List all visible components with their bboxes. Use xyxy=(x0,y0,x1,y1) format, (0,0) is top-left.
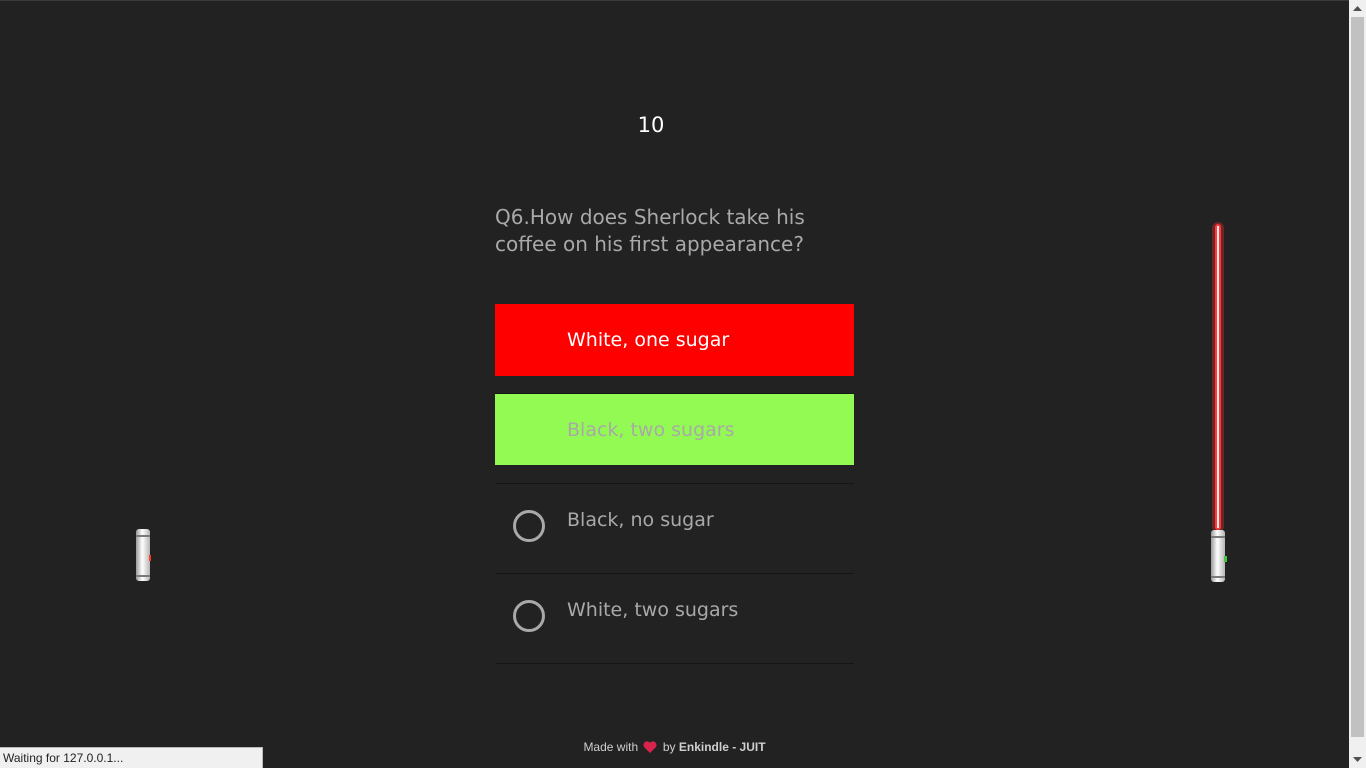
vertical-scrollbar[interactable] xyxy=(1349,0,1366,768)
scroll-down-arrow-icon[interactable] xyxy=(1349,751,1366,768)
option-white-two-sugars[interactable]: White, two sugars xyxy=(495,574,854,664)
scrollbar-thumb[interactable] xyxy=(1351,17,1364,737)
radio-button[interactable] xyxy=(513,510,545,542)
top-divider xyxy=(0,0,1349,1)
heart-icon xyxy=(643,741,658,753)
option-label: Black, no sugar xyxy=(567,509,714,531)
browser-status-bar: Waiting for 127.0.0.1... xyxy=(0,747,263,768)
scroll-up-arrow-icon[interactable] xyxy=(1349,0,1366,17)
quiz-page: 10 Q6.How does Sherlock take his coffee … xyxy=(0,0,1349,768)
lightsaber-left-icon xyxy=(136,529,151,581)
option-label: White, two sugars xyxy=(567,599,739,621)
footer-made-with: Made with xyxy=(583,740,639,754)
option-white-one-sugar[interactable]: White, one sugar xyxy=(495,304,854,394)
answer-options: White, one sugar Black, two sugars Black… xyxy=(495,304,854,664)
countdown-timer: 10 xyxy=(637,113,665,137)
option-label: White, one sugar xyxy=(567,329,730,351)
footer-by: by xyxy=(662,740,676,754)
footer-author: Enkindle - JUIT xyxy=(678,740,766,754)
option-label: Black, two sugars xyxy=(567,419,735,441)
radio-button[interactable] xyxy=(513,600,545,632)
option-black-two-sugars[interactable]: Black, two sugars xyxy=(495,394,854,484)
lightsaber-right-icon xyxy=(1211,222,1227,582)
question-text: Q6.How does Sherlock take his coffee on … xyxy=(495,205,805,256)
option-black-no-sugar[interactable]: Black, no sugar xyxy=(495,484,854,574)
